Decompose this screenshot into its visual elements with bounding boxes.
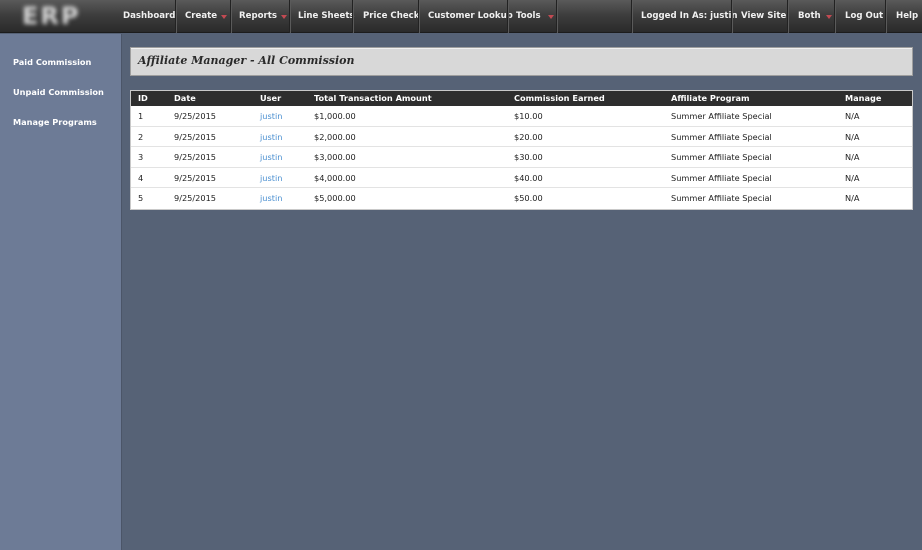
cell-id: 1: [138, 111, 144, 121]
nav-divider: [556, 0, 557, 33]
column-header-date[interactable]: Date: [174, 91, 196, 106]
cell-id: 2: [138, 131, 144, 142]
chevron-down-icon[interactable]: [221, 15, 227, 19]
cell-manage: N/A: [845, 193, 860, 204]
cell-manage: N/A: [845, 152, 860, 163]
cell-program: Summer Affiliate Special: [671, 131, 772, 142]
cell-commission: $40.00: [514, 172, 543, 183]
cell-program: Summer Affiliate Special: [671, 172, 772, 183]
nav-divider: [175, 0, 176, 33]
store-selector[interactable]: Both: [798, 0, 821, 33]
nav-customer-lookup[interactable]: Customer Lookup: [428, 0, 513, 33]
top-navigation-bar: ERP Dashboard Create Reports Line Sheets…: [0, 0, 922, 33]
cell-date: 9/25/2015: [174, 152, 216, 163]
sidebar-item-manage-programs[interactable]: Manage Programs: [13, 117, 97, 127]
user-link[interactable]: justin: [260, 168, 282, 188]
user-link[interactable]: justin: [260, 127, 282, 147]
nav-divider: [731, 0, 732, 33]
nav-divider: [631, 0, 632, 33]
cell-date: 9/25/2015: [174, 111, 216, 121]
nav-divider: [885, 0, 886, 33]
chevron-down-icon[interactable]: [548, 15, 554, 19]
user-link[interactable]: justin: [260, 106, 282, 126]
nav-tools[interactable]: Tools: [516, 0, 541, 33]
cell-id: 4: [138, 172, 144, 183]
view-site-link[interactable]: View Site: [741, 0, 786, 33]
cell-program: Summer Affiliate Special: [671, 193, 772, 204]
table-row: 4 9/25/2015 justin $4,000.00 $40.00 Summ…: [131, 168, 912, 189]
sidebar: Paid Commission Unpaid Commission Manage…: [0, 34, 122, 550]
column-header-affiliate-program[interactable]: Affiliate Program: [671, 91, 750, 106]
logo[interactable]: ERP: [18, 4, 100, 29]
column-header-manage: Manage: [845, 93, 882, 103]
nav-line-sheets[interactable]: Line Sheets: [298, 0, 355, 33]
cell-manage: N/A: [845, 172, 860, 183]
nav-divider: [289, 0, 290, 33]
cell-total: $1,000.00: [314, 111, 356, 121]
cell-total: $5,000.00: [314, 193, 356, 204]
column-header-total-transaction-amount[interactable]: Total Transaction Amount: [314, 91, 432, 106]
cell-program: Summer Affiliate Special: [671, 111, 772, 121]
nav-divider: [418, 0, 419, 33]
cell-commission: $50.00: [514, 193, 543, 204]
cell-date: 9/25/2015: [174, 131, 216, 142]
chevron-down-icon[interactable]: [281, 15, 287, 19]
table-row: 1 9/25/2015 justin $1,000.00 $10.00 Summ…: [131, 106, 912, 127]
logged-in-user: Logged In As: justin: [641, 11, 738, 21]
cell-total: $2,000.00: [314, 131, 356, 142]
cell-manage: N/A: [845, 111, 860, 121]
cell-id: 3: [138, 152, 144, 163]
nav-create[interactable]: Create: [185, 0, 217, 33]
nav-divider: [507, 0, 508, 33]
nav-price-check[interactable]: Price Check: [363, 0, 419, 33]
user-link[interactable]: justin: [260, 188, 282, 208]
table-row: 3 9/25/2015 justin $3,000.00 $30.00 Summ…: [131, 147, 912, 168]
column-header-user[interactable]: User: [260, 91, 281, 106]
cell-date: 9/25/2015: [174, 193, 216, 204]
cell-commission: $20.00: [514, 131, 543, 142]
table-row: 2 9/25/2015 justin $2,000.00 $20.00 Summ…: [131, 127, 912, 148]
sidebar-item-paid-commission[interactable]: Paid Commission: [13, 57, 91, 67]
cell-commission: $10.00: [514, 111, 543, 121]
nav-divider: [787, 0, 788, 33]
cell-manage: N/A: [845, 131, 860, 142]
cell-id: 5: [138, 193, 144, 204]
cell-total: $3,000.00: [314, 152, 356, 163]
page-title: Affiliate Manager - All Commission: [138, 54, 355, 67]
nav-divider: [834, 0, 835, 33]
help-link[interactable]: Help: [896, 0, 918, 33]
commission-table: ID Date User Total Transaction Amount Co…: [130, 90, 913, 210]
column-header-id[interactable]: ID: [138, 91, 148, 106]
sidebar-item-unpaid-commission[interactable]: Unpaid Commission: [13, 87, 104, 97]
cell-commission: $30.00: [514, 152, 543, 163]
nav-dashboard[interactable]: Dashboard: [123, 0, 175, 33]
cell-program: Summer Affiliate Special: [671, 152, 772, 163]
nav-divider: [352, 0, 353, 33]
nav-divider: [230, 0, 231, 33]
logout-button[interactable]: Log Out: [845, 0, 883, 33]
page-header-panel: Affiliate Manager - All Commission: [130, 47, 913, 76]
column-header-commission-earned[interactable]: Commission Earned: [514, 91, 605, 106]
cell-date: 9/25/2015: [174, 172, 216, 183]
cell-total: $4,000.00: [314, 172, 356, 183]
nav-reports[interactable]: Reports: [239, 0, 277, 33]
table-row: 5 9/25/2015 justin $5,000.00 $50.00 Summ…: [131, 188, 912, 209]
user-link[interactable]: justin: [260, 147, 282, 167]
table-header-row: ID Date User Total Transaction Amount Co…: [131, 91, 912, 106]
chevron-down-icon[interactable]: [826, 15, 832, 19]
